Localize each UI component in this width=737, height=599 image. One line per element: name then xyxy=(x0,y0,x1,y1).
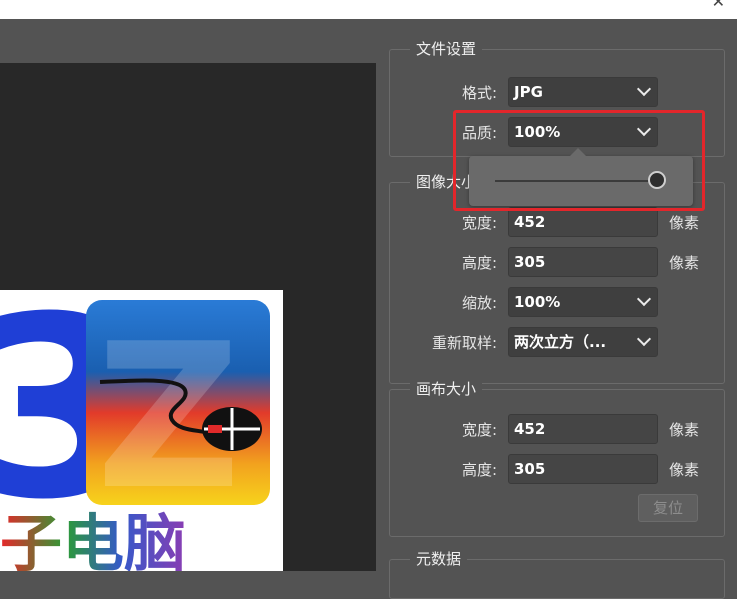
image-size-group: 图像大小 宽度: 452 像素 高度: 305 像素 缩放: 100% 重新取样… xyxy=(389,172,726,384)
image-height-value: 305 xyxy=(514,253,546,271)
quality-select[interactable]: 100% xyxy=(508,117,658,147)
canvas-width-row: 宽度: 452 像素 xyxy=(390,414,726,444)
format-value: JPG xyxy=(514,83,543,101)
chevron-down-icon xyxy=(636,81,652,97)
image-height-label: 高度: xyxy=(461,254,497,272)
format-select[interactable]: JPG xyxy=(508,77,658,107)
resample-select[interactable]: 两次立方（... xyxy=(508,327,658,357)
canvas-height-label: 高度: xyxy=(461,461,497,479)
scale-row: 缩放: 100% xyxy=(390,287,726,317)
canvas-height-input[interactable]: 305 xyxy=(508,454,658,484)
chevron-down-icon xyxy=(636,291,652,307)
file-settings-group: 文件设置 格式: JPG 品质: 100% xyxy=(389,39,726,157)
export-settings-panel: 文件设置 格式: JPG 品质: 100% 图像大小 宽度: 452 像素 高度 xyxy=(389,19,737,599)
canvas-width-value: 452 xyxy=(514,420,546,438)
quality-slider-popup xyxy=(469,148,693,206)
canvas-height-unit: 像素 xyxy=(669,461,700,479)
canvas-width-label: 宽度: xyxy=(461,421,497,439)
scale-label: 缩放: xyxy=(461,294,497,312)
image-width-value: 452 xyxy=(514,213,546,231)
chevron-down-icon xyxy=(636,121,652,137)
close-icon[interactable]: ✕ xyxy=(712,0,725,10)
scale-select[interactable]: 100% xyxy=(508,287,658,317)
canvas-height-value: 305 xyxy=(514,460,546,478)
format-row: 格式: JPG xyxy=(390,77,726,107)
quality-label: 品质: xyxy=(461,124,497,142)
reset-button[interactable]: 复位 xyxy=(638,494,698,522)
logo-graphic: 3 Z 子电脑 xyxy=(0,290,270,571)
chevron-down-icon xyxy=(636,331,652,347)
format-label: 格式: xyxy=(461,84,497,102)
image-height-row: 高度: 305 像素 xyxy=(390,247,726,277)
image-height-input[interactable]: 305 xyxy=(508,247,658,277)
metadata-title: 元数据 xyxy=(410,549,468,569)
canvas-width-unit: 像素 xyxy=(669,421,700,439)
canvas-height-row: 高度: 305 像素 xyxy=(390,454,726,484)
logo-bottom-text: 子电脑 xyxy=(0,507,186,571)
image-height-unit: 像素 xyxy=(669,254,700,272)
preview-image: 3 Z 子电脑 xyxy=(0,290,283,571)
quality-slider-thumb[interactable] xyxy=(648,171,666,189)
resample-value: 两次立方（... xyxy=(514,333,607,351)
quality-value: 100% xyxy=(514,123,561,141)
file-settings-title: 文件设置 xyxy=(410,39,483,59)
scale-value: 100% xyxy=(514,293,561,311)
window-top-bar: ✕ xyxy=(0,0,737,19)
quality-slider-track[interactable] xyxy=(495,180,655,182)
image-width-row: 宽度: 452 像素 xyxy=(390,207,726,237)
canvas-width-input[interactable]: 452 xyxy=(508,414,658,444)
canvas-size-title: 画布大小 xyxy=(410,379,483,399)
image-width-input[interactable]: 452 xyxy=(508,207,658,237)
resample-row: 重新取样: 两次立方（... xyxy=(390,327,726,357)
popup-notch xyxy=(570,148,586,156)
metadata-group: 元数据 xyxy=(389,549,725,599)
image-width-unit: 像素 xyxy=(669,214,700,232)
image-width-label: 宽度: xyxy=(461,214,497,232)
resample-label: 重新取样: xyxy=(431,334,497,352)
quality-row: 品质: 100% xyxy=(390,117,726,147)
